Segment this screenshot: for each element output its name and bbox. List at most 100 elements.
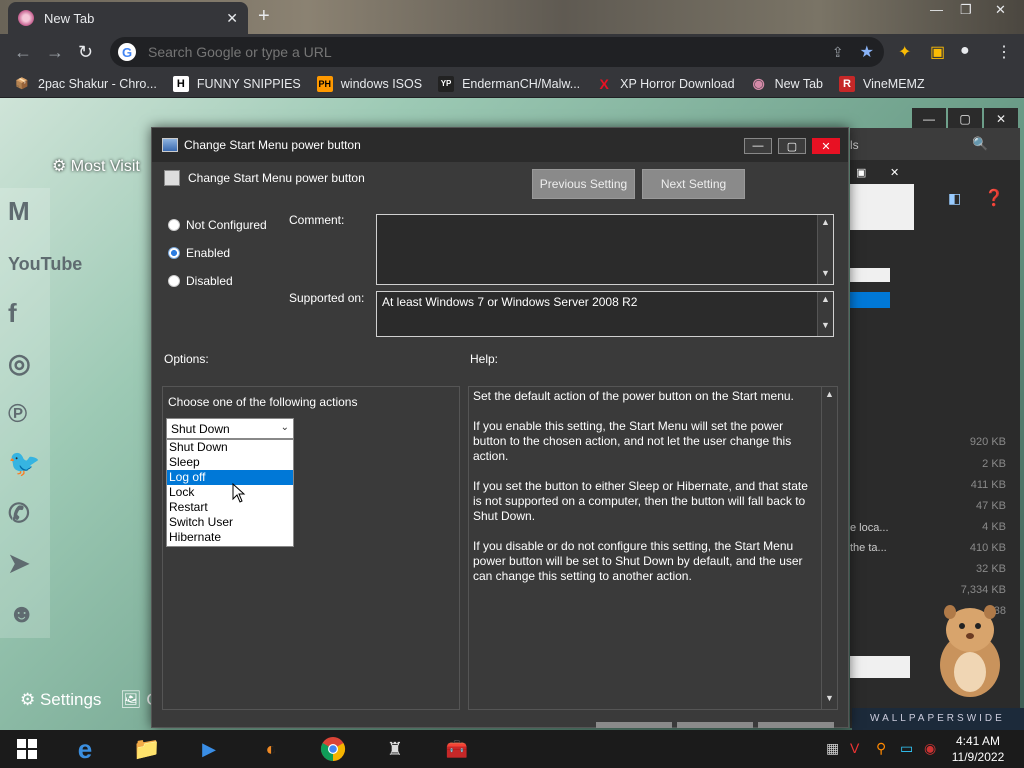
windows-logo-icon bbox=[17, 739, 37, 759]
app-icon[interactable]: ♜ bbox=[380, 734, 410, 764]
selected-folder[interactable] bbox=[850, 292, 890, 308]
scroll-up-icon[interactable]: ▲ bbox=[818, 294, 833, 308]
next-setting-button[interactable]: Next Setting bbox=[642, 169, 745, 199]
tray-record-icon[interactable]: ◉ bbox=[924, 740, 936, 757]
scroll-down-icon[interactable]: ▼ bbox=[818, 268, 833, 282]
youtube-icon[interactable]: YouTube bbox=[8, 254, 82, 275]
previous-setting-button[interactable]: Previous Setting bbox=[532, 169, 635, 199]
reload-icon[interactable]: ↻ bbox=[78, 42, 93, 63]
bookmark-new-tab[interactable]: ◉ New Tab bbox=[751, 75, 823, 92]
radio-enabled[interactable]: Enabled bbox=[168, 246, 230, 260]
extensions-icon[interactable]: ✦ bbox=[898, 42, 911, 62]
cancel-button[interactable] bbox=[677, 722, 753, 728]
start-button[interactable] bbox=[12, 734, 42, 764]
option-shut-down[interactable]: Shut Down bbox=[167, 440, 293, 455]
dialog-close-button[interactable]: ✕ bbox=[812, 138, 840, 154]
box-icon: 📦 bbox=[15, 78, 29, 90]
option-sleep[interactable]: Sleep bbox=[167, 455, 293, 470]
omnibox[interactable]: G ⇪ ★ bbox=[110, 37, 884, 67]
new-tab-button[interactable]: + bbox=[258, 5, 270, 28]
tab-close-icon[interactable]: ✕ bbox=[226, 10, 238, 27]
internet-explorer-icon[interactable]: e bbox=[70, 734, 100, 764]
radio-not-configured[interactable]: Not Configured bbox=[168, 218, 267, 232]
comment-textarea[interactable]: ▲ ▼ bbox=[376, 214, 834, 285]
bookmark-endermanch[interactable]: YP EndermanCH/Malw... bbox=[438, 75, 580, 92]
chrome-icon[interactable] bbox=[318, 734, 348, 764]
profile-icon[interactable]: ● bbox=[960, 42, 970, 60]
mouse-cursor-icon bbox=[232, 483, 246, 503]
scroll-down-icon[interactable]: ▼ bbox=[818, 320, 833, 334]
help-icon[interactable]: ❓ bbox=[984, 188, 1004, 208]
browser-toolbar: ← → ↻ G ⇪ ★ ✦ ▣ ● ⋮ bbox=[0, 34, 1024, 70]
facebook-icon[interactable]: f bbox=[8, 298, 17, 329]
radio-disabled[interactable]: Disabled bbox=[168, 274, 233, 288]
tray-display-icon[interactable]: ▭ bbox=[900, 740, 913, 757]
power-action-select[interactable]: Shut Down ⌄ bbox=[166, 418, 294, 439]
scroll-up-icon[interactable]: ▲ bbox=[822, 389, 837, 403]
r-icon: R bbox=[839, 75, 855, 92]
dialog-maximize-button[interactable]: ▢ bbox=[778, 138, 806, 154]
bookmark-vinememz[interactable]: R VineMEMZ bbox=[839, 75, 925, 92]
uc-browser-icon[interactable]: ◐ bbox=[256, 734, 286, 764]
option-lock[interactable]: Lock bbox=[167, 485, 293, 500]
policy-editor-icon bbox=[162, 138, 178, 152]
close-window-icon[interactable]: ✕ bbox=[995, 2, 1006, 18]
bg-close-icon[interactable]: ✕ bbox=[890, 166, 899, 179]
instagram-icon[interactable]: ◎ bbox=[8, 348, 31, 379]
minimize-icon[interactable]: — bbox=[930, 2, 943, 17]
browser-tab[interactable]: New Tab ✕ bbox=[8, 2, 248, 34]
supported-scrollbar[interactable]: ▲ ▼ bbox=[817, 292, 833, 336]
bg-minimize-icon[interactable]: — bbox=[912, 108, 946, 130]
tray-v-icon[interactable]: V bbox=[850, 740, 859, 756]
twitter-icon[interactable]: 🐦 bbox=[8, 448, 40, 479]
hamster-sticker-icon bbox=[940, 605, 1000, 697]
toolbox-icon[interactable]: 🧰 bbox=[442, 734, 472, 764]
option-switch-user[interactable]: Switch User bbox=[167, 515, 293, 530]
option-log-off[interactable]: Log off bbox=[167, 470, 293, 485]
taskbar: e 📁 ▶ ◐ ♜ 🧰 ▦ V ⚲ ▭ ◉ 4:41 AM 11/9/2022 bbox=[0, 730, 1024, 768]
power-action-dropdown: Shut Down Sleep Log off Lock Restart Swi… bbox=[166, 439, 294, 547]
menu-icon[interactable]: ⋮ bbox=[996, 42, 1012, 62]
media-player-icon[interactable]: ▶ bbox=[194, 734, 224, 764]
forward-icon[interactable]: → bbox=[46, 42, 64, 63]
clock-time: 4:41 AM bbox=[955, 734, 1001, 748]
tray-search-icon[interactable]: ⚲ bbox=[876, 740, 886, 757]
bg-close-icon[interactable]: ✕ bbox=[984, 108, 1018, 130]
bookmark-xp-horror[interactable]: X XP Horror Download bbox=[596, 76, 735, 92]
restore-icon[interactable]: ❐ bbox=[960, 2, 972, 18]
pinterest-icon[interactable]: ℗ bbox=[8, 398, 27, 429]
file-explorer-icon[interactable]: 📁 bbox=[132, 734, 162, 764]
system-clock[interactable]: 4:41 AM 11/9/2022 bbox=[946, 733, 1010, 765]
gmail-icon[interactable]: M bbox=[8, 196, 30, 227]
help-scrollbar[interactable]: ▲ ▼ bbox=[821, 387, 837, 709]
ok-button[interactable] bbox=[596, 722, 672, 728]
pane-icon[interactable]: ◧ bbox=[948, 190, 961, 207]
ntp-settings-button[interactable]: ⚙ Settings bbox=[20, 690, 101, 710]
search-icon[interactable]: 🔍 bbox=[972, 136, 988, 152]
bookmark-star-icon[interactable]: ★ bbox=[860, 42, 874, 62]
telegram-icon[interactable]: ➤ bbox=[8, 548, 30, 579]
chrome-logo-icon bbox=[320, 737, 346, 761]
whatsapp-icon[interactable]: ✆ bbox=[8, 498, 30, 529]
chevron-down-icon: ⌄ bbox=[280, 422, 289, 433]
omnibox-input[interactable] bbox=[148, 44, 832, 60]
tray-app-icon[interactable]: ▦ bbox=[826, 740, 839, 757]
scroll-down-icon[interactable]: ▼ bbox=[822, 693, 837, 707]
option-restart[interactable]: Restart bbox=[167, 500, 293, 515]
help-text: Set the default action of the power butt… bbox=[473, 389, 808, 583]
scroll-up-icon[interactable]: ▲ bbox=[818, 217, 833, 231]
dialog-minimize-button[interactable]: — bbox=[744, 138, 772, 154]
reddit-icon[interactable]: ☻ bbox=[8, 598, 35, 629]
most-visited-heading: ⚙ Most Visit bbox=[52, 158, 140, 175]
back-icon[interactable]: ← bbox=[14, 42, 32, 63]
bg-maximize-icon[interactable]: ▣ bbox=[856, 166, 866, 179]
bookmark-2pac[interactable]: 📦 2pac Shakur - Chro... bbox=[14, 76, 157, 92]
apply-button[interactable] bbox=[758, 722, 834, 728]
comment-scrollbar[interactable]: ▲ ▼ bbox=[817, 215, 833, 284]
side-panel-icon[interactable]: ▣ bbox=[930, 42, 945, 62]
share-icon[interactable]: ⇪ bbox=[832, 44, 844, 61]
bg-maximize-icon[interactable]: ▢ bbox=[948, 108, 982, 130]
bookmark-funny-snippies[interactable]: H FUNNY SNIPPIES bbox=[172, 75, 301, 92]
bookmark-windows-isos[interactable]: PH windows ISOS bbox=[316, 75, 422, 92]
option-hibernate[interactable]: Hibernate bbox=[167, 530, 293, 545]
